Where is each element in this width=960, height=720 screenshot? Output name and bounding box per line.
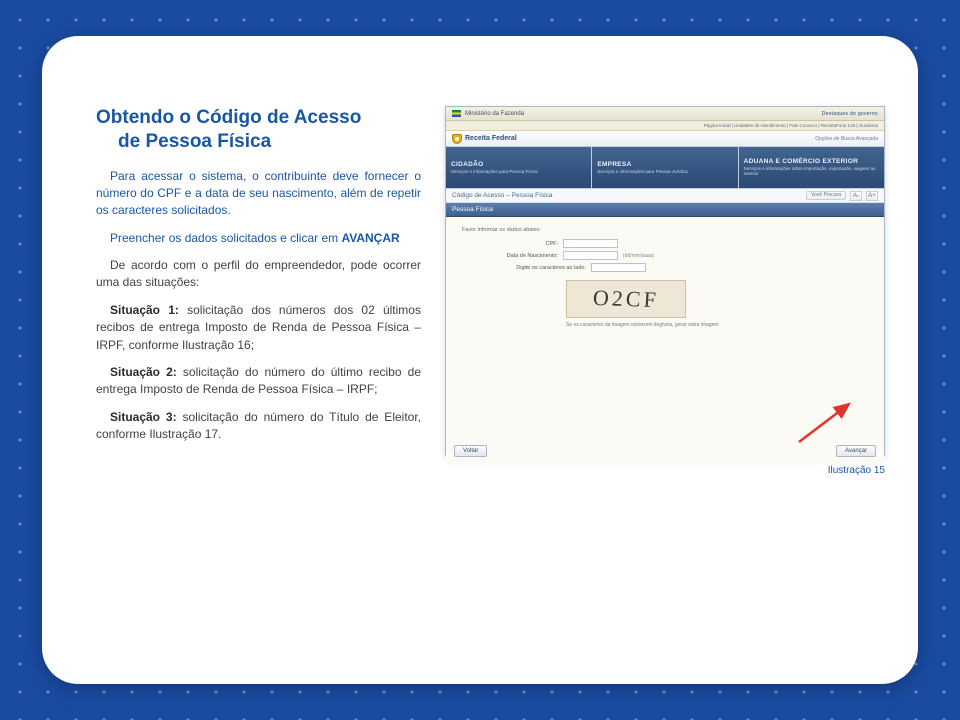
dob-label: Data de Nascimento: [486, 253, 558, 259]
panel-header: Pessoa Física [446, 203, 884, 217]
avancar-button[interactable]: Avançar [836, 445, 876, 457]
form-area: Favor informar os dados abaixo: CPF: Dat… [446, 217, 884, 465]
receita-label: Receita Federal [465, 135, 517, 142]
tab-cidadao[interactable]: CIDADÃO Serviços e informações para Pess… [446, 147, 592, 188]
destaques-label: Destaques do governo [822, 111, 878, 117]
text-column: Obtendo o Código de Acesso de Pessoa Fís… [96, 106, 421, 456]
site-toolbar: Receita Federal Opções de Busca Avançada [446, 131, 884, 147]
situation-2-label: Situação 2: [110, 365, 177, 379]
top-menu-links[interactable]: Página Inicial | Unidades de Atendimento… [704, 123, 878, 128]
captcha-glyphs: O2CF [592, 285, 660, 313]
figure-caption: Ilustração 15 [828, 465, 885, 476]
breadcrumb-row: Código de Acesso – Pessoa Física Você Pr… [446, 189, 884, 203]
breadcrumb: Código de Acesso – Pessoa Física [452, 192, 552, 199]
dob-note: (dd/mm/aaaa) [623, 253, 654, 259]
row-cpf: CPF: [486, 239, 874, 248]
panel-title: Pessoa Física [452, 206, 493, 213]
title-line2: de Pessoa Física [96, 130, 421, 154]
font-increase-button[interactable]: A+ [866, 191, 878, 201]
nav-tabs: CIDADÃO Serviços e informações para Pess… [446, 147, 884, 189]
form-hint: Favor informar os dados abaixo: [462, 227, 874, 233]
font-decrease-button[interactable]: A- [850, 191, 862, 201]
tab-aduana-label: ADUANA E COMÉRCIO EXTERIOR [744, 158, 858, 165]
screenshot-column: Ministério da Fazenda Destaques do gover… [445, 106, 885, 456]
voltar-button[interactable]: Voltar [454, 445, 487, 457]
situation-3: Situação 3: solicitação do número do Tít… [96, 409, 421, 444]
shield-icon [452, 134, 462, 144]
instruction-paragraph: Preencher os dados solicitados e clicar … [96, 230, 421, 247]
situation-1-label: Situação 1: [110, 303, 179, 317]
browser-mock: Ministério da Fazenda Destaques do gover… [445, 106, 885, 456]
situation-3-label: Situação 3: [110, 410, 177, 424]
cpf-field[interactable] [563, 239, 618, 248]
section-title: Obtendo o Código de Acesso de Pessoa Fís… [96, 106, 421, 154]
voce-procura-chip[interactable]: Você Procura [806, 191, 846, 200]
tab-aduana[interactable]: ADUANA E COMÉRCIO EXTERIOR Serviços e in… [739, 147, 884, 188]
captcha-label: Digite os caracteres ao lado: [486, 265, 586, 271]
ministry-label: Ministério da Fazenda [465, 111, 524, 117]
brazil-flag-icon [452, 110, 461, 117]
tab-empresa-label: EMPRESA [597, 161, 631, 168]
advanced-search-link[interactable]: Opções de Busca Avançada [815, 136, 878, 142]
top-menu: Página Inicial | Unidades de Atendimento… [446, 121, 884, 131]
cpf-label: CPF: [486, 241, 558, 247]
row-dob: Data de Nascimento: (dd/mm/aaaa) [486, 251, 874, 260]
receita-logo: Receita Federal [452, 134, 517, 144]
captcha-field[interactable] [591, 263, 646, 272]
tab-empresa-sub: Serviços e informações para Pessoa Juríd… [597, 170, 687, 175]
situation-1: Situação 1: solicitação dos números dos … [96, 302, 421, 354]
title-line1: Obtendo o Código de Acesso [96, 107, 361, 128]
situations-lead: De acordo com o perfil do empreendedor, … [96, 257, 421, 292]
dob-field[interactable] [563, 251, 618, 260]
row-captcha: Digite os caracteres ao lado: [486, 263, 874, 272]
instruction-text: Preencher os dados solicitados e clicar … [110, 231, 341, 245]
tab-empresa[interactable]: EMPRESA Serviços e informações para Pess… [592, 147, 738, 188]
avancar-keyword: AVANÇAR [341, 231, 399, 245]
situation-2: Situação 2: solicitação do número do últ… [96, 364, 421, 399]
tab-cidadao-sub: Serviços e informações para Pessoa Físic… [451, 170, 538, 175]
tab-aduana-sub: Serviços e informações sobre importação,… [744, 167, 879, 177]
button-row: Voltar Avançar [454, 445, 876, 457]
captcha-note[interactable]: Se os caracteres da imagem estiverem ile… [566, 322, 874, 328]
intro-paragraph: Para acessar o sistema, o contribuinte d… [96, 168, 421, 220]
page-card: Obtendo o Código de Acesso de Pessoa Fís… [42, 36, 918, 684]
captcha-image: O2CF [566, 280, 686, 318]
tab-cidadao-label: CIDADÃO [451, 161, 483, 168]
gov-topbar: Ministério da Fazenda Destaques do gover… [446, 107, 884, 121]
